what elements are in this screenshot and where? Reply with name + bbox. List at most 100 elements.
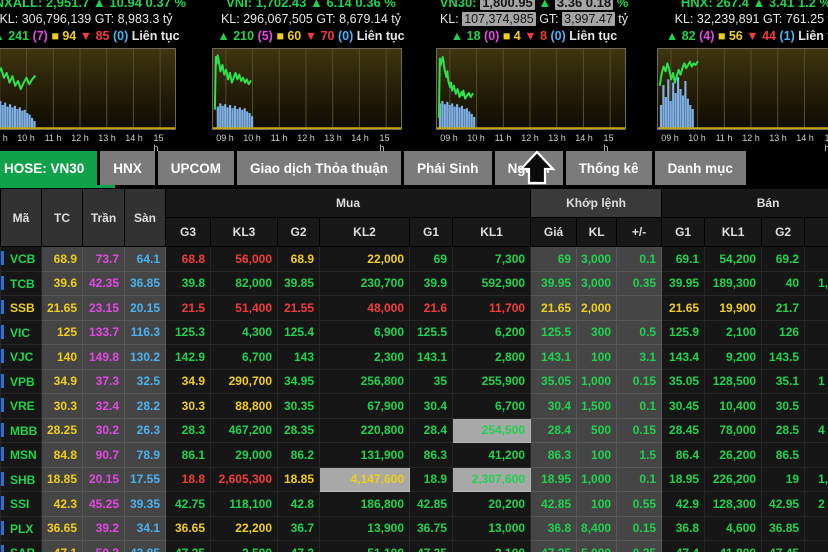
cell-ask-g2[interactable]: 36.85 (762, 516, 805, 541)
cell-tc[interactable]: 39.6 (42, 271, 83, 296)
cell-bid-g1[interactable]: 30.4 (410, 394, 453, 419)
cell-bid-g3[interactable]: 68.8 (166, 247, 211, 272)
symbol-cell-vre[interactable]: VRE (1, 394, 42, 419)
tab-danh-mc[interactable]: Danh mục (655, 151, 746, 185)
cell-match-kl[interactable]: 3,000 (577, 271, 617, 296)
cell-bid-kl1[interactable]: 2,100 (453, 541, 531, 552)
cell-san[interactable]: 32.5 (125, 369, 166, 394)
cell-tc[interactable]: 21.65 (42, 296, 83, 321)
cell-match-gia[interactable]: 86.3 (531, 443, 577, 468)
cell-ask-g2[interactable]: 21.7 (762, 296, 805, 321)
cell-bid-g2[interactable]: 18.85 (278, 467, 320, 492)
cell-san[interactable]: 26.3 (125, 418, 166, 443)
cell-bid-g2[interactable]: 42.8 (278, 492, 320, 517)
cell-bid-kl2[interactable]: 48,000 (320, 296, 410, 321)
cell-match-gia[interactable]: 39.95 (531, 271, 577, 296)
cell-bid-kl2[interactable]: 67,900 (320, 394, 410, 419)
cell-bid-kl2[interactable]: 6,900 (320, 320, 410, 345)
cell-tran[interactable]: 30.2 (83, 418, 125, 443)
cell-tran[interactable]: 42.35 (83, 271, 125, 296)
cell-match-kl[interactable]: 1,000 (577, 467, 617, 492)
cell-tc[interactable]: 84.8 (42, 443, 83, 468)
cell-ask-kl1[interactable]: 189,300 (705, 271, 762, 296)
cell-ask-kl1[interactable]: 19,900 (705, 296, 762, 321)
cell-tc[interactable]: 30.3 (42, 394, 83, 419)
cell-match-chg[interactable]: 0.35 (617, 271, 662, 296)
cell-ask-kl2[interactable] (805, 320, 828, 345)
cell-bid-g1[interactable]: 18.9 (410, 467, 453, 492)
cell-ask-kl2[interactable] (805, 443, 828, 468)
cell-ask-kl1[interactable]: 226,200 (705, 467, 762, 492)
cell-ask-g1[interactable]: 86.4 (662, 443, 705, 468)
cell-bid-g1[interactable]: 35 (410, 369, 453, 394)
cell-bid-g3[interactable]: 125.3 (166, 320, 211, 345)
cell-ask-g2[interactable]: 19 (762, 467, 805, 492)
cell-ask-kl1[interactable]: 54,200 (705, 247, 762, 272)
cell-bid-g2[interactable]: 30.35 (278, 394, 320, 419)
cell-match-chg[interactable]: 3.1 (617, 345, 662, 370)
cell-ask-kl1[interactable]: 26,200 (705, 443, 762, 468)
cell-tran[interactable]: 133.7 (83, 320, 125, 345)
tab-hose-vn30[interactable]: HOSE: VN30 (0, 151, 97, 185)
cell-bid-kl1[interactable]: 592,900 (453, 271, 531, 296)
cell-san[interactable]: 130.2 (125, 345, 166, 370)
cell-bid-kl1[interactable]: 255,900 (453, 369, 531, 394)
cell-ask-kl2[interactable]: 1,0 (805, 467, 828, 492)
cell-ask-kl1[interactable]: 4,600 (705, 516, 762, 541)
cell-bid-g3[interactable]: 18.8 (166, 467, 211, 492)
cell-ask-g1[interactable]: 18.95 (662, 467, 705, 492)
symbol-cell-vjc[interactable]: VJC (1, 345, 42, 370)
cell-bid-kl3[interactable]: 6,700 (211, 345, 278, 370)
cell-bid-kl1[interactable]: 13,000 (453, 516, 531, 541)
symbol-cell-shb[interactable]: SHB (1, 467, 42, 492)
cell-match-chg[interactable]: 1.5 (617, 443, 662, 468)
cell-match-kl[interactable]: 500 (577, 418, 617, 443)
cell-match-chg[interactable]: 0.55 (617, 492, 662, 517)
cell-ask-g2[interactable]: 47.45 (762, 541, 805, 552)
cell-match-kl[interactable]: 1,500 (577, 394, 617, 419)
cell-match-gia[interactable]: 42.85 (531, 492, 577, 517)
cell-bid-kl2[interactable]: 22,000 (320, 247, 410, 272)
cell-bid-g2[interactable]: 21.55 (278, 296, 320, 321)
cell-match-chg[interactable]: 0.5 (617, 320, 662, 345)
cell-bid-kl3[interactable]: 4,300 (211, 320, 278, 345)
cell-bid-kl3[interactable]: 467,200 (211, 418, 278, 443)
cell-bid-g2[interactable]: 143 (278, 345, 320, 370)
cell-bid-g1[interactable]: 125.5 (410, 320, 453, 345)
cell-match-kl[interactable]: 5,000 (577, 541, 617, 552)
cell-match-kl[interactable]: 300 (577, 320, 617, 345)
cell-bid-g2[interactable]: 36.7 (278, 516, 320, 541)
cell-match-kl[interactable]: 100 (577, 492, 617, 517)
cell-ask-g2[interactable]: 40 (762, 271, 805, 296)
cell-bid-kl1[interactable]: 254,500 (453, 418, 531, 443)
cell-bid-kl3[interactable]: 51,400 (211, 296, 278, 321)
cell-match-chg[interactable] (617, 296, 662, 321)
cell-match-gia[interactable]: 36.8 (531, 516, 577, 541)
tab-hnx[interactable]: HNX (100, 151, 155, 185)
cell-bid-kl3[interactable]: 290,700 (211, 369, 278, 394)
cell-ask-g1[interactable]: 21.65 (662, 296, 705, 321)
cell-bid-g2[interactable]: 47.3 (278, 541, 320, 552)
cell-bid-g1[interactable]: 47.35 (410, 541, 453, 552)
cell-match-gia[interactable]: 47.35 (531, 541, 577, 552)
cell-tc[interactable]: 42.3 (42, 492, 83, 517)
cell-bid-g3[interactable]: 86.1 (166, 443, 211, 468)
cell-bid-kl3[interactable]: 2,500 (211, 541, 278, 552)
cell-bid-g3[interactable]: 28.3 (166, 418, 211, 443)
cell-tran[interactable]: 23.15 (83, 296, 125, 321)
cell-ask-g2[interactable]: 86.5 (762, 443, 805, 468)
cell-bid-kl1[interactable]: 41,200 (453, 443, 531, 468)
cell-bid-kl1[interactable]: 7,300 (453, 247, 531, 272)
cell-match-chg[interactable]: 0.25 (617, 541, 662, 552)
cell-match-chg[interactable]: 0.15 (617, 369, 662, 394)
cell-bid-kl3[interactable]: 56,000 (211, 247, 278, 272)
cell-bid-g3[interactable]: 142.9 (166, 345, 211, 370)
cell-bid-kl1[interactable]: 6,200 (453, 320, 531, 345)
cell-san[interactable]: 43.85 (125, 541, 166, 552)
cell-bid-g2[interactable]: 28.35 (278, 418, 320, 443)
cell-ask-g2[interactable]: 126 (762, 320, 805, 345)
cell-match-kl[interactable]: 3,000 (577, 247, 617, 272)
cell-match-kl[interactable]: 2,000 (577, 296, 617, 321)
cell-bid-g1[interactable]: 42.85 (410, 492, 453, 517)
cell-match-kl[interactable]: 8,400 (577, 516, 617, 541)
